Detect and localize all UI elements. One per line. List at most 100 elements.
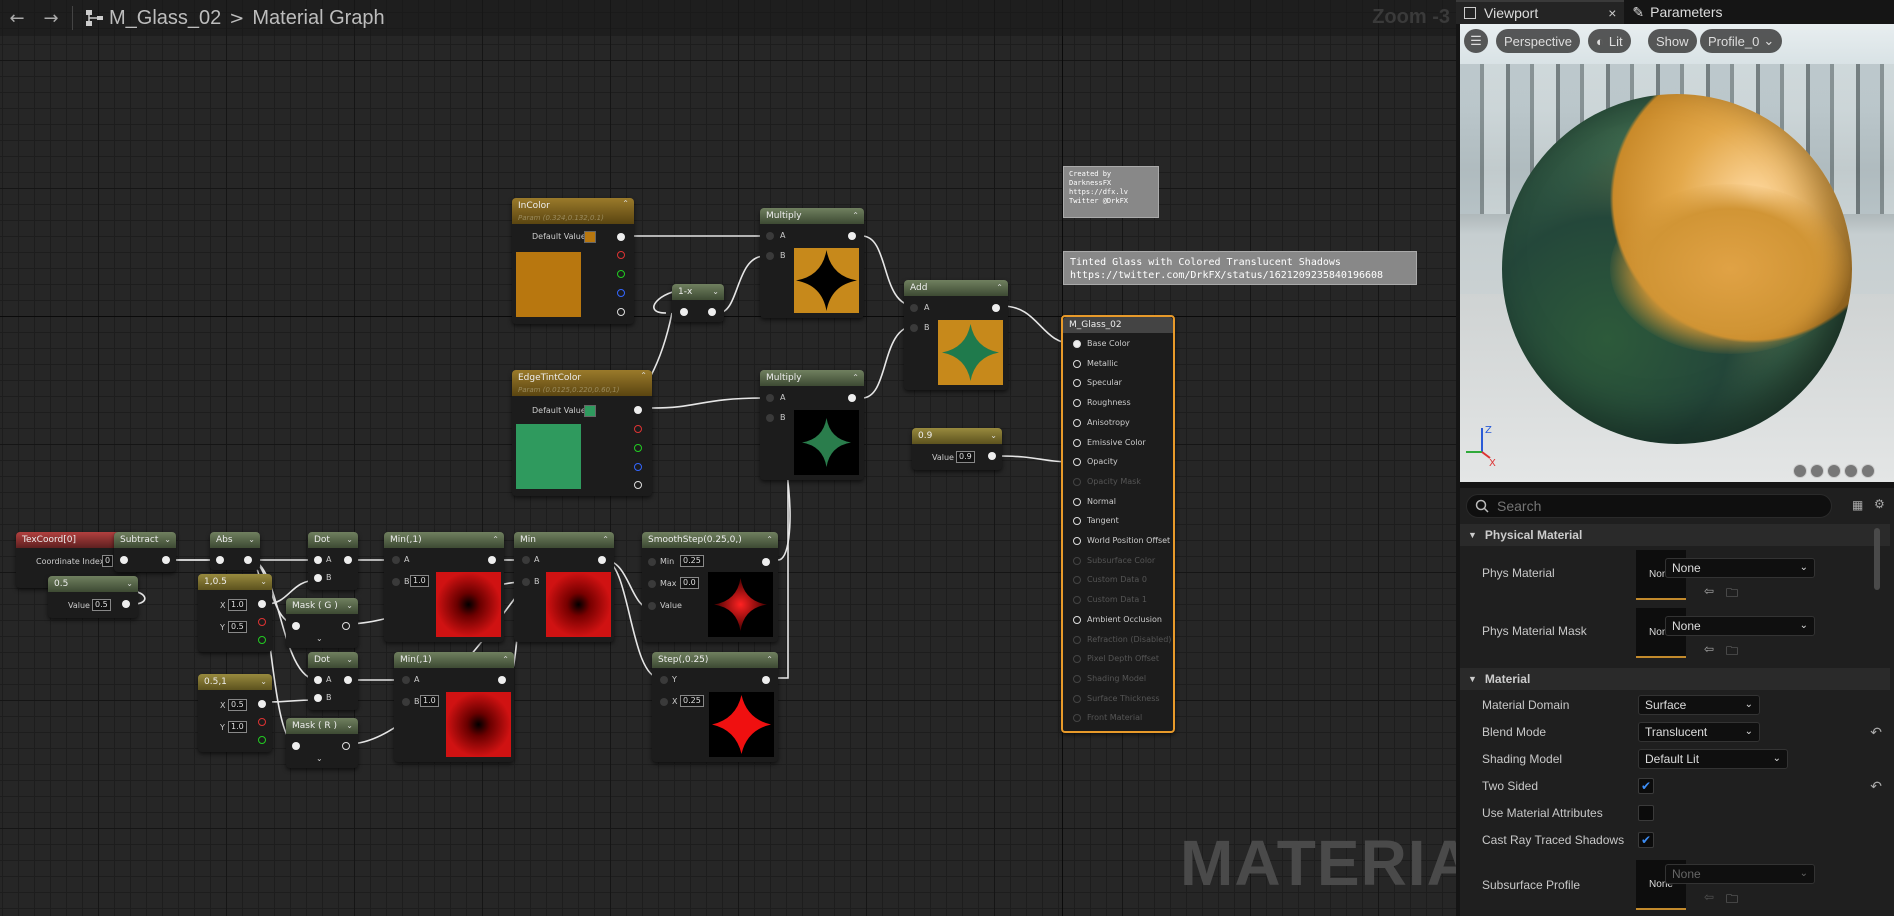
output-pin-r[interactable] xyxy=(634,425,642,433)
input-pin-a[interactable] xyxy=(910,304,918,312)
input-pin-a[interactable] xyxy=(314,676,322,684)
result-pin-row[interactable]: Shading Model xyxy=(1069,672,1173,686)
input-pin-b[interactable] xyxy=(910,324,918,332)
output-pin[interactable] xyxy=(122,600,130,608)
output-pin-g[interactable] xyxy=(258,736,266,744)
input-pin-a[interactable] xyxy=(402,676,410,684)
input-pin-b[interactable] xyxy=(766,414,774,422)
output-pin-g[interactable] xyxy=(258,636,266,644)
node-min-2[interactable]: Min ⌃ A B xyxy=(514,532,614,642)
result-pin-row[interactable]: Ambient Occlusion xyxy=(1069,613,1173,627)
reset-to-default-icon[interactable]: ↶ xyxy=(1870,778,1882,795)
output-pin-rgb[interactable] xyxy=(634,406,642,414)
input-pin-a[interactable] xyxy=(392,556,400,564)
input-pin[interactable] xyxy=(1073,694,1081,703)
result-pin-row[interactable]: Base Color xyxy=(1069,337,1173,351)
color-swatch[interactable] xyxy=(584,231,596,243)
output-pin-r[interactable] xyxy=(617,251,625,259)
comment-credit[interactable]: Created by DarknessFX https://dfx.lv Twi… xyxy=(1063,166,1159,218)
result-pin-row[interactable]: Anisotropy xyxy=(1069,416,1173,430)
node-step[interactable]: Step(,0.25) ⌃ Y X 0.25 xyxy=(652,652,778,762)
use-selected-icon[interactable]: ⇦ xyxy=(1704,890,1718,904)
output-pin-r[interactable] xyxy=(258,618,266,626)
result-pin-row[interactable]: Tangent xyxy=(1069,514,1173,528)
output-pin[interactable] xyxy=(258,600,266,608)
expand-chevron-icon[interactable]: ⌄ xyxy=(316,754,323,763)
x-field[interactable]: 0.25 xyxy=(680,695,704,707)
input-pin-value[interactable] xyxy=(648,602,656,610)
result-pin-row[interactable]: World Position Offset xyxy=(1069,534,1173,548)
input-pin[interactable] xyxy=(1073,359,1081,368)
material-domain-combo[interactable]: Surface ⌄ xyxy=(1638,695,1760,715)
color-swatch[interactable] xyxy=(584,405,596,417)
lit-button[interactable]: ◐ Lit xyxy=(1588,29,1631,53)
output-pin[interactable] xyxy=(762,676,770,684)
input-pin[interactable] xyxy=(1073,635,1081,644)
category-physical-material[interactable]: ▼ Physical Material xyxy=(1460,524,1890,546)
settings-gear-icon[interactable]: ⚙ xyxy=(1874,497,1888,511)
node-min-3[interactable]: Min(,1) ⌃ A B 1.0 xyxy=(394,652,514,762)
use-selected-icon[interactable]: ⇦ xyxy=(1704,642,1718,656)
x-field[interactable]: 0.5 xyxy=(228,699,247,711)
output-pin[interactable] xyxy=(598,556,606,564)
node-abs[interactable]: Abs ⌄ xyxy=(210,532,260,570)
cast-ray-traced-shadows-checkbox[interactable]: ✔ xyxy=(1638,832,1654,848)
material-preview-viewport[interactable] xyxy=(1460,24,1894,482)
shading-model-combo[interactable]: Default Lit ⌄ xyxy=(1638,749,1788,769)
input-pin[interactable] xyxy=(1073,596,1081,605)
browse-icon[interactable]: 🗀 xyxy=(1726,890,1740,906)
input-pin[interactable] xyxy=(292,742,300,750)
node-dot-2[interactable]: Dot ⌄ A B xyxy=(308,652,358,710)
input-pin-max[interactable] xyxy=(648,580,656,588)
b-value-field[interactable]: 1.0 xyxy=(420,695,439,707)
node-smoothstep[interactable]: SmoothStep(0.25,0,) ⌃ Min 0.25 Max 0.0 Va… xyxy=(642,532,778,642)
input-pin[interactable] xyxy=(1073,399,1081,408)
input-pin[interactable] xyxy=(216,556,224,564)
node-edgetintcolor[interactable]: EdgeTintColor Param (0.0125,0.220,0.60,1)… xyxy=(512,370,652,496)
result-pin-row[interactable]: Metallic xyxy=(1069,357,1173,371)
details-scrollbar[interactable] xyxy=(1874,528,1880,590)
node-mask-g[interactable]: Mask ( G ) ⌄ ⌄ xyxy=(286,598,358,648)
input-pin-a[interactable] xyxy=(314,556,322,564)
node-vector-05-1[interactable]: 0.5,1 ⌄ X 0.5 Y 1.0 xyxy=(198,674,272,752)
input-pin[interactable] xyxy=(1073,674,1081,683)
input-pin-a[interactable] xyxy=(766,394,774,402)
category-material[interactable]: ▼ Material xyxy=(1460,668,1890,690)
input-pin[interactable] xyxy=(1073,615,1081,624)
input-pin-y[interactable] xyxy=(660,676,668,684)
input-pin-min[interactable] xyxy=(648,558,656,566)
blend-mode-combo[interactable]: Translucent ⌄ xyxy=(1638,722,1760,742)
output-pin[interactable] xyxy=(848,232,856,240)
subsurface-profile-combo[interactable]: None ⌄ xyxy=(1665,864,1815,884)
input-pin[interactable] xyxy=(1073,438,1081,447)
output-pin[interactable] xyxy=(988,452,996,460)
expand-chevron-icon[interactable]: ⌄ xyxy=(316,634,323,643)
node-add[interactable]: Add ⌃ A B xyxy=(904,280,1008,390)
input-pin[interactable] xyxy=(292,622,300,630)
max-field[interactable]: 0.0 xyxy=(680,577,699,589)
input-pin[interactable] xyxy=(1073,379,1081,388)
output-pin-b[interactable] xyxy=(617,289,625,297)
phys-material-combo[interactable]: None ⌄ xyxy=(1665,558,1815,578)
input-pin-b[interactable] xyxy=(402,698,410,706)
output-pin[interactable] xyxy=(342,742,350,750)
result-pin-row[interactable]: Refraction (Disabled) xyxy=(1069,633,1173,647)
output-pin[interactable] xyxy=(344,676,352,684)
tab-parameters[interactable]: ✎ Parameters xyxy=(1624,0,1730,24)
node-material-result[interactable]: M_Glass_02 Base Color Metallic Specular Rou… xyxy=(1061,315,1175,733)
preview-mesh-buttons[interactable] xyxy=(1793,464,1879,480)
forward-arrow-icon[interactable]: → xyxy=(34,0,68,36)
reset-to-default-icon[interactable]: ↶ xyxy=(1870,724,1882,741)
input-pin[interactable] xyxy=(1073,537,1081,545)
node-multiply-2[interactable]: Multiply ⌃ A B xyxy=(760,370,864,480)
input-pin[interactable] xyxy=(1073,576,1081,585)
input-pin-b[interactable] xyxy=(766,252,774,260)
x-field[interactable]: 1.0 xyxy=(228,599,247,611)
node-constant-05[interactable]: 0.5 ⌄ Value 0.5 xyxy=(48,576,138,618)
output-pin[interactable] xyxy=(498,676,506,684)
output-pin[interactable] xyxy=(708,308,716,316)
table-view-icon[interactable]: ▦ xyxy=(1852,498,1866,512)
coordinate-index-field[interactable]: 0 xyxy=(102,555,114,567)
show-button[interactable]: Show xyxy=(1648,29,1697,53)
two-sided-checkbox[interactable]: ✔ xyxy=(1638,778,1654,794)
